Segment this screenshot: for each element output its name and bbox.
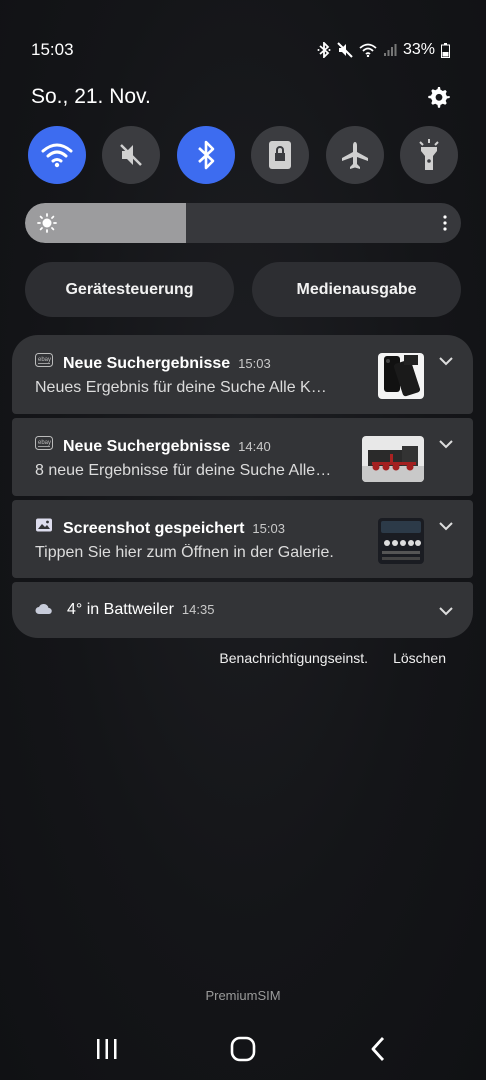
ebay-icon: ebay — [35, 436, 53, 450]
battery-percent: 33% — [402, 41, 435, 58]
notification-card[interactable]: ebay Neue Suchergebnisse 15:03 Neues Erge… — [12, 335, 473, 414]
notification-settings-button[interactable]: Benachrichtigungseinst. — [219, 650, 368, 666]
gallery-icon — [36, 518, 52, 532]
status-bar: 15:03 33% — [31, 38, 450, 62]
notification-time: 15:03 — [252, 521, 285, 536]
notification-thumbnail — [378, 518, 424, 564]
carrier-label: PremiumSIM — [205, 988, 281, 1003]
ebay-icon: ebay — [35, 353, 53, 367]
recent-apps-icon[interactable] — [95, 1038, 119, 1060]
wifi-icon — [359, 43, 377, 57]
notification-list: ebay Neue Suchergebnisse 15:03 Neues Erge… — [12, 335, 473, 642]
sound-toggle[interactable] — [102, 126, 161, 184]
notification-title: Neue Suchergebnisse 14:40 — [63, 438, 271, 455]
panel-buttons: Gerätesteuerung Medienausgabe — [25, 262, 461, 317]
notification-body: Tippen Sie hier zum Öffnen in der Galeri… — [35, 544, 334, 561]
rotation-lock-toggle[interactable] — [251, 126, 310, 184]
sun-icon — [37, 213, 57, 233]
more-options-icon[interactable] — [443, 215, 447, 231]
clear-button[interactable]: Löschen — [393, 650, 446, 666]
notification-card[interactable]: 4° in Battweiler 14:35 — [12, 582, 473, 638]
notification-title: Neue Suchergebnisse 15:03 — [63, 355, 271, 372]
notification-card[interactable]: Screenshot gespeichert 15:03 Tippen Sie h… — [12, 500, 473, 578]
airplane-toggle[interactable] — [325, 126, 384, 184]
flashlight-toggle[interactable] — [399, 126, 458, 184]
airplane-icon — [341, 142, 368, 169]
quick-toggles — [28, 126, 458, 184]
svg-text:ebay: ebay — [38, 440, 51, 446]
chevron-down-icon[interactable] — [439, 357, 453, 366]
notification-title: Screenshot gespeichert 15:03 — [63, 520, 285, 537]
bluetooth-toggle[interactable] — [176, 126, 235, 184]
media-output-button[interactable]: Medienausgabe — [252, 262, 461, 317]
signal-icon — [383, 44, 397, 56]
device-control-button[interactable]: Gerätesteuerung — [25, 262, 234, 317]
status-time: 15:03 — [31, 40, 74, 59]
date-label: So., 21. Nov. — [31, 85, 151, 108]
battery-icon — [441, 42, 450, 58]
notification-body: 8 neue Ergebnisse für deine Suche Alle K… — [35, 462, 335, 479]
notification-time: 14:40 — [238, 439, 271, 454]
mute-icon — [120, 144, 143, 166]
lock-rotation-icon — [269, 141, 292, 169]
brightness-slider[interactable] — [25, 203, 461, 243]
notification-time: 14:35 — [181, 602, 215, 617]
cloud-icon — [35, 603, 52, 614]
notification-actions: Benachrichtigungseinst. Löschen — [219, 650, 446, 666]
notification-time: 15:03 — [238, 356, 271, 371]
wifi-toggle[interactable] — [28, 126, 86, 184]
home-icon[interactable] — [230, 1036, 256, 1062]
navigation-bar — [0, 1030, 486, 1066]
bluetooth-icon — [317, 42, 331, 58]
chevron-down-icon[interactable] — [439, 607, 453, 616]
mute-icon — [337, 42, 353, 58]
chevron-down-icon[interactable] — [439, 440, 453, 449]
notification-title: 4° in Battweiler 14:35 — [67, 601, 215, 618]
wifi-icon — [41, 143, 73, 168]
notification-body: Neues Ergebnis für deine Suche Alle Kate… — [35, 379, 335, 396]
bluetooth-icon — [197, 140, 215, 170]
gear-icon[interactable] — [426, 85, 450, 109]
back-icon[interactable] — [370, 1036, 386, 1062]
notification-card[interactable]: ebay Neue Suchergebnisse 14:40 8 neue Erg… — [12, 418, 473, 496]
status-icons: 33% — [317, 41, 450, 59]
date-row: So., 21. Nov. — [31, 82, 450, 112]
svg-text:ebay: ebay — [38, 357, 51, 363]
chevron-down-icon[interactable] — [439, 522, 453, 531]
flashlight-icon — [419, 139, 439, 170]
notification-thumbnail — [378, 353, 424, 399]
notification-thumbnail — [362, 436, 424, 482]
